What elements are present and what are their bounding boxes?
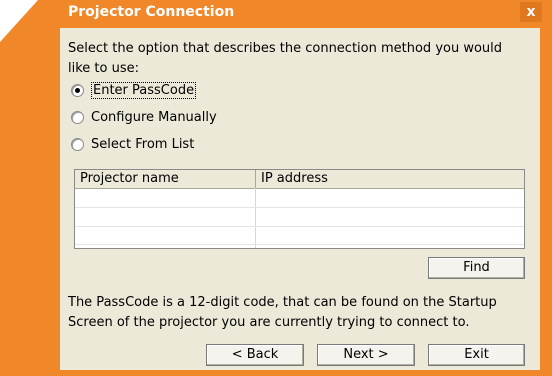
title-bar: Projector Connection x [60,0,542,28]
passcode-info-text: The PassCode is a 12-digit code, that ca… [68,295,497,330]
option-label: Configure Manually [91,109,217,125]
projector-connection-window: Projector Connection x Select the option… [0,0,552,376]
next-button[interactable]: Next > [317,344,415,366]
radio-icon[interactable] [71,110,84,124]
row-gridline [75,207,524,208]
back-button[interactable]: < Back [206,344,304,366]
dialog-content: Select the option that describes the con… [60,28,540,370]
option-label: Enter PassCode [91,81,197,99]
column-header-projector-name[interactable]: Projector name [80,171,179,186]
projector-list[interactable]: Projector name IP address [74,169,525,249]
radio-icon[interactable] [71,83,84,97]
row-gridline [75,226,524,227]
prompt-text: Select the option that describes the con… [68,41,503,76]
window-title: Projector Connection [68,4,235,20]
radio-icon[interactable] [71,137,84,151]
column-header-ip-address[interactable]: IP address [261,171,328,186]
exit-button[interactable]: Exit [428,344,525,366]
row-gridline [75,244,524,245]
find-button[interactable]: Find [428,257,525,279]
option-enter-passcode[interactable]: Enter PassCode [71,80,197,100]
column-divider[interactable] [255,170,256,188]
list-header: Projector name IP address [75,170,524,189]
column-gridline [255,188,256,248]
option-select-from-list[interactable]: Select From List [71,134,194,154]
close-icon[interactable]: x [520,2,542,22]
option-label: Select From List [91,136,195,152]
option-configure-manually[interactable]: Configure Manually [71,107,217,127]
